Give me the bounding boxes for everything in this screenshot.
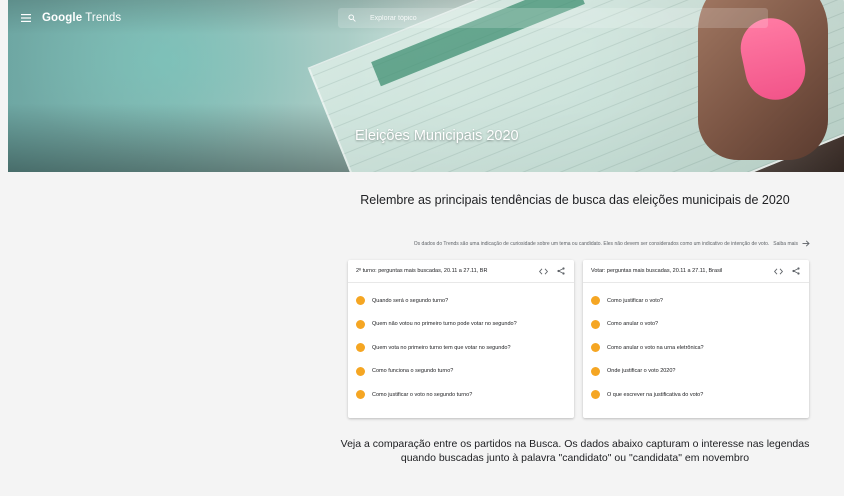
- search-input[interactable]: [368, 13, 752, 23]
- question-text: Quem vota no primeiro turno tem que vota…: [372, 344, 511, 351]
- google-trends-logo[interactable]: Google Trends: [42, 12, 121, 24]
- question-text: Onde justificar o voto 2020?: [607, 368, 676, 375]
- search-icon: [348, 13, 358, 23]
- list-item[interactable]: Como justificar o voto no segundo turno?: [356, 383, 566, 407]
- panel-actions: [538, 266, 566, 276]
- question-bullet-icon: [591, 319, 600, 329]
- intro-headline: Relembre as principais tendências de bus…: [360, 193, 790, 207]
- question-text: Como funciona o segundo turno?: [372, 368, 454, 375]
- question-bullet-icon: [356, 343, 365, 353]
- question-bullet-icon: [356, 366, 365, 376]
- question-bullet-icon: [591, 296, 600, 306]
- question-bullet-icon: [356, 296, 365, 306]
- panel-header: 2º turno: perguntas mais buscadas, 20.11…: [348, 260, 574, 283]
- arrow-right-icon[interactable]: [802, 240, 810, 247]
- share-icon[interactable]: [791, 266, 801, 276]
- panel-header: Votar: perguntas mais buscadas, 20.11 a …: [583, 260, 809, 283]
- panel-title: 2º turno: perguntas mais buscadas, 20.11…: [356, 268, 488, 274]
- search-bar[interactable]: [338, 8, 768, 28]
- question-bullet-icon: [356, 390, 365, 400]
- list-item[interactable]: Como funciona o segundo turno?: [356, 360, 566, 384]
- list-item[interactable]: Onde justificar o voto 2020?: [591, 360, 801, 384]
- top-questions-panel-voting: Votar: perguntas mais buscadas, 20.11 a …: [583, 260, 809, 418]
- embed-code-icon[interactable]: [538, 266, 548, 276]
- question-text: Como justificar o voto?: [607, 297, 663, 304]
- question-text: Como justificar o voto no segundo turno?: [372, 391, 473, 398]
- panel-title: Votar: perguntas mais buscadas, 20.11 a …: [591, 268, 723, 274]
- logo-trends-text: Trends: [85, 12, 122, 24]
- question-text: O que escrever na justificativa do voto?: [607, 391, 704, 398]
- question-list: Como justificar o voto? Como anular o vo…: [583, 283, 809, 407]
- question-bullet-icon: [356, 319, 365, 329]
- list-item[interactable]: Quem não votou no primeiro turno pode vo…: [356, 313, 566, 337]
- data-disclaimer: Os dados do Trends são uma indicação de …: [340, 240, 810, 247]
- list-item[interactable]: Como anular o voto na urna eletrônica?: [591, 336, 801, 360]
- party-comparison-text: Veja a comparação entre os partidos na B…: [340, 438, 810, 464]
- question-list: Quando será o segundo turno? Quem não vo…: [348, 283, 574, 407]
- list-item[interactable]: Quando será o segundo turno?: [356, 289, 566, 313]
- question-bullet-icon: [591, 390, 600, 400]
- question-text: Quando será o segundo turno?: [372, 297, 449, 304]
- list-item[interactable]: O que escrever na justificativa do voto?: [591, 383, 801, 407]
- question-text: Como anular o voto na urna eletrônica?: [607, 344, 704, 351]
- learn-more-link[interactable]: Saiba mais: [773, 241, 798, 247]
- menu-icon[interactable]: [18, 10, 34, 26]
- top-questions-panel-runoff: 2º turno: perguntas mais buscadas, 20.11…: [348, 260, 574, 418]
- question-bullet-icon: [591, 343, 600, 353]
- hero-title: Eleições Municipais 2020: [355, 128, 519, 144]
- list-item[interactable]: Como anular o voto?: [591, 313, 801, 337]
- question-text: Como anular o voto?: [607, 321, 659, 328]
- share-icon[interactable]: [556, 266, 566, 276]
- question-bullet-icon: [591, 366, 600, 376]
- list-item[interactable]: Quem vota no primeiro turno tem que vota…: [356, 336, 566, 360]
- panel-actions: [773, 266, 801, 276]
- question-text: Quem não votou no primeiro turno pode vo…: [372, 321, 517, 328]
- disclaimer-text: Os dados do Trends são uma indicação de …: [413, 240, 770, 247]
- logo-google-text: Google: [42, 12, 83, 24]
- embed-code-icon[interactable]: [773, 266, 783, 276]
- list-item[interactable]: Como justificar o voto?: [591, 289, 801, 313]
